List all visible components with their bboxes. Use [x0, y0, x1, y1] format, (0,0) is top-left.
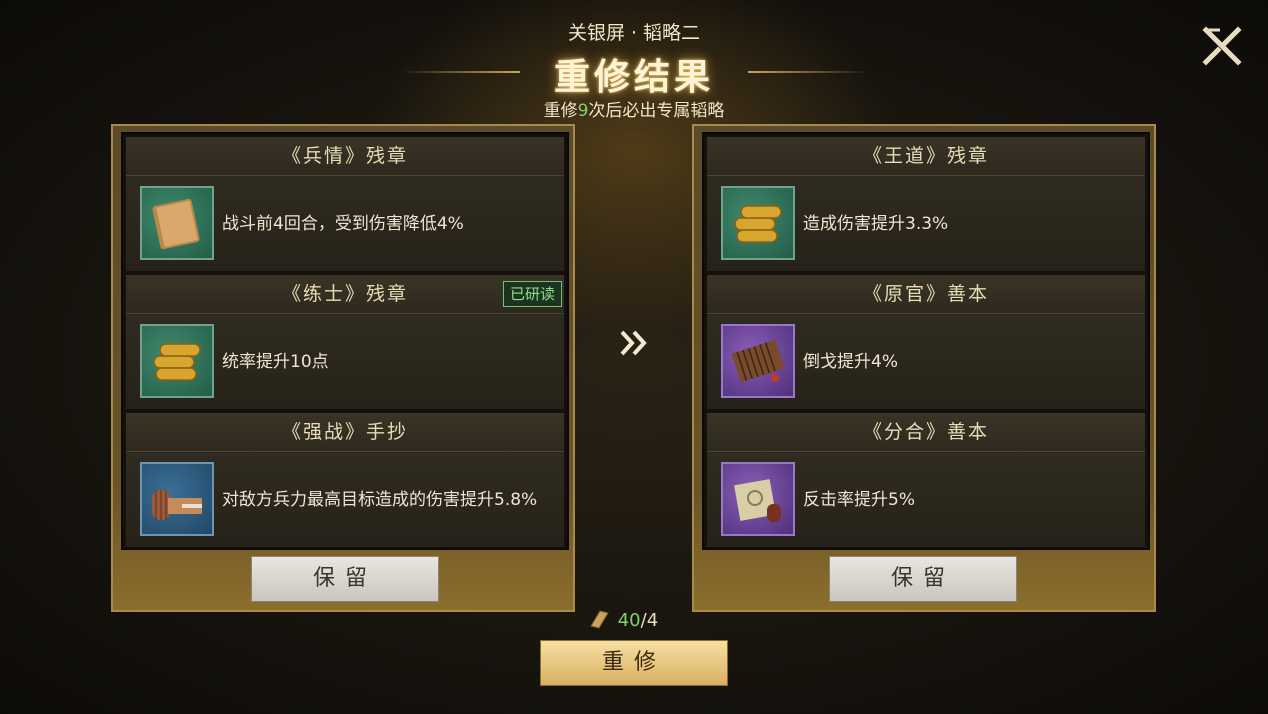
remaining-count: 9: [577, 101, 589, 121]
left-card-list: 《兵情》残章 战斗前4回合，受到伤害降低4% 《练士》残章 已研读 统率提升10…: [121, 132, 569, 550]
strategy-card: 《王道》残章 造成伤害提升3.3%: [707, 137, 1145, 271]
strategy-effect: 倒戈提升4%: [803, 352, 898, 372]
silk-scroll-icon: [721, 462, 795, 536]
strategy-card: 《练士》残章 已研读 统率提升10点: [126, 275, 564, 409]
book-icon: [140, 186, 214, 260]
page-title: 重修结果: [553, 57, 714, 98]
strategy-effect: 对敌方兵力最高目标造成的伤害提升5.8%: [222, 490, 538, 510]
strategy-name: 《兵情》残章: [126, 137, 564, 176]
strategy-card: 《分合》善本 反击率提升5%: [707, 413, 1145, 547]
strategy-effect: 反击率提升5%: [803, 490, 915, 510]
scroll-token-icon: [590, 610, 609, 629]
strategy-effect: 统率提升10点: [222, 352, 329, 372]
bamboo-scroll-icon: [140, 462, 214, 536]
redo-cost: 40/4: [588, 608, 688, 634]
redo-button[interactable]: 重修: [540, 640, 728, 686]
strategy-effect: 造成伤害提升3.3%: [803, 214, 949, 234]
strategy-name: 《强战》手抄: [126, 413, 564, 452]
close-icon: [1202, 26, 1242, 66]
right-card-list: 《王道》残章 造成伤害提升3.3% 《原官》善本 倒戈提升4% 《分合》善本 反…: [702, 132, 1150, 550]
studied-badge: 已研读: [502, 281, 562, 307]
strategy-name: 《分合》善本: [707, 413, 1145, 452]
bamboo-book-icon: [721, 324, 795, 398]
strategy-effect: 战斗前4回合，受到伤害降低4%: [222, 214, 464, 234]
close-button[interactable]: [1200, 24, 1244, 68]
strategy-name: 《原官》善本: [707, 275, 1145, 314]
left-result-panel: 《兵情》残章 战斗前4回合，受到伤害降低4% 《练士》残章 已研读 统率提升10…: [111, 124, 575, 612]
hero-subtitle: 关银屏 · 韬略二: [567, 22, 701, 44]
strategy-card: 《兵情》残章 战斗前4回合，受到伤害降低4%: [126, 137, 564, 271]
strategy-name: 《练士》残章: [126, 275, 564, 314]
right-result-panel: 《王道》残章 造成伤害提升3.3% 《原官》善本 倒戈提升4% 《分合》善本 反…: [692, 124, 1156, 612]
keep-right-button[interactable]: 保留: [829, 556, 1017, 602]
strategy-card: 《强战》手抄 对敌方兵力最高目标造成的伤害提升5.8%: [126, 413, 564, 547]
scroll-bundle-icon: [140, 324, 214, 398]
guarantee-hint: 重修9次后必出专属韬略: [543, 101, 725, 121]
strategy-card: 《原官》善本 倒戈提升4%: [707, 275, 1145, 409]
cost-required: /4: [640, 610, 659, 631]
keep-left-button[interactable]: 保留: [251, 556, 439, 602]
strategy-name: 《王道》残章: [707, 137, 1145, 176]
scroll-bundle-icon: [721, 186, 795, 260]
cost-owned: 40: [617, 610, 641, 631]
compare-arrow-icon: [618, 328, 652, 358]
